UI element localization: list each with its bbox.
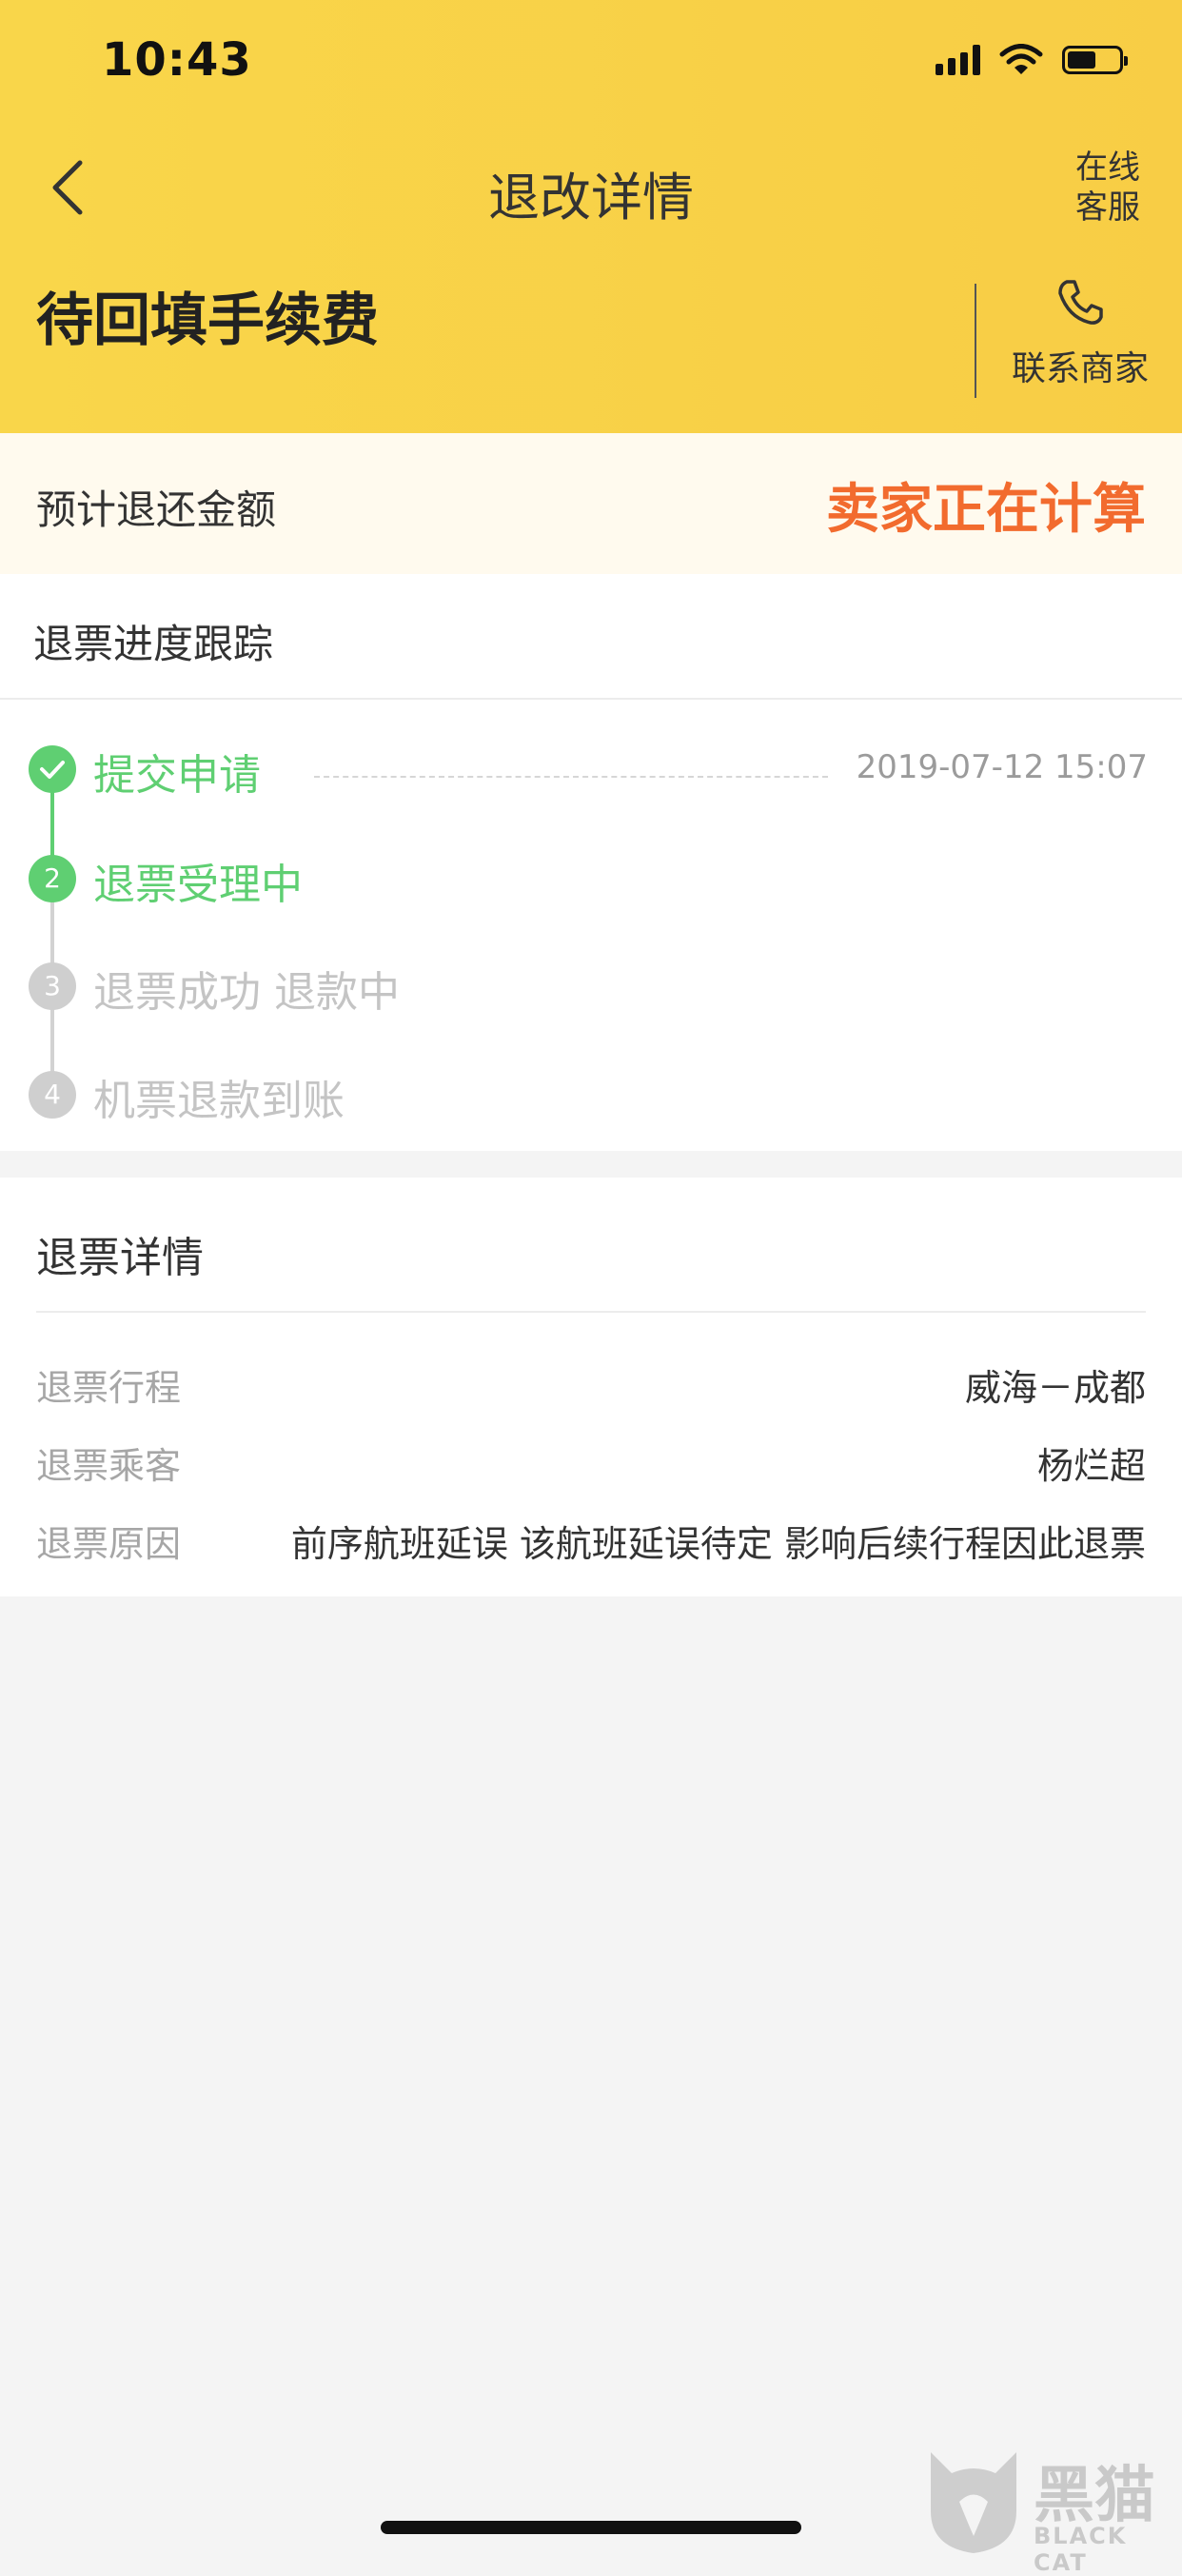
step-label: 机票退款到账 (93, 1077, 345, 1125)
step-label: 退票成功 退款中 (93, 968, 400, 1017)
header: 10:43 退改详情 在线客服 待回填手续费 联系商家 (0, 0, 1182, 433)
watermark: 黑猫 BLACK CAT (921, 2445, 1178, 2576)
step-label: 提交申请 (93, 751, 261, 800)
refund-progress-card: 退票进度跟踪 提交申请 2019-07-12 15:07 2 退票受理中 3 退… (0, 574, 1182, 1151)
phone-icon (1058, 280, 1103, 325)
contact-merchant-button[interactable]: 联系商家 (990, 276, 1171, 390)
refund-estimate-value: 卖家正在计算 (826, 479, 1146, 541)
refund-estimate-label: 预计退还金额 (36, 486, 277, 533)
home-indicator (381, 2521, 801, 2534)
step-number-icon: 3 (29, 962, 76, 1010)
step-time: 2019-07-12 15:07 (856, 748, 1148, 786)
step-number-icon: 2 (29, 855, 76, 902)
detail-value: 前序航班延误 该航班延误待定 影响后续行程因此退票 (290, 1523, 1146, 1565)
step-label: 退票受理中 (93, 861, 303, 909)
detail-label: 退票原因 (36, 1523, 182, 1565)
step-check-icon (29, 745, 76, 793)
battery-icon (1062, 46, 1128, 74)
online-service-button[interactable]: 在线客服 (1070, 148, 1146, 228)
refund-detail-card: 退票详情 退票行程 威海－成都 退票乘客 杨烂超 退票原因 前序航班延误 该航班… (0, 1178, 1182, 1596)
status-time: 10:43 (102, 33, 252, 87)
watermark-subtext: BLACK CAT (1034, 2523, 1128, 2576)
divider (36, 1311, 1146, 1313)
wifi-icon (999, 44, 1043, 74)
step-dashed-line (314, 776, 828, 778)
step-number-icon: 4 (29, 1071, 76, 1119)
contact-merchant-label: 联系商家 (1011, 349, 1149, 388)
detail-row-itinerary: 退票行程 威海－成都 (36, 1358, 1146, 1416)
divider (975, 284, 976, 398)
divider (0, 698, 1182, 700)
chevron-left-icon (52, 160, 83, 215)
detail-row-reason: 退票原因 前序航班延误 该航班延误待定 影响后续行程因此退票 (36, 1515, 1146, 1572)
cellular-signal-icon (936, 45, 980, 75)
detail-value: 杨烂超 (1036, 1445, 1146, 1487)
detail-value: 威海－成都 (964, 1367, 1146, 1409)
cat-logo-icon (931, 2452, 1016, 2553)
watermark-text: 黑猫 (1034, 2461, 1155, 2531)
detail-title: 退票详情 (36, 1234, 204, 1282)
order-status: 待回填手续费 (36, 287, 379, 354)
detail-label: 退票行程 (36, 1367, 182, 1409)
page-title: 退改详情 (488, 168, 694, 228)
detail-row-passenger: 退票乘客 杨烂超 (36, 1437, 1146, 1494)
back-button[interactable] (46, 157, 93, 218)
refund-estimate-row: 预计退还金额 卖家正在计算 (0, 433, 1182, 574)
status-icons (936, 44, 1128, 76)
progress-title: 退票进度跟踪 (33, 621, 274, 667)
detail-label: 退票乘客 (36, 1445, 182, 1487)
